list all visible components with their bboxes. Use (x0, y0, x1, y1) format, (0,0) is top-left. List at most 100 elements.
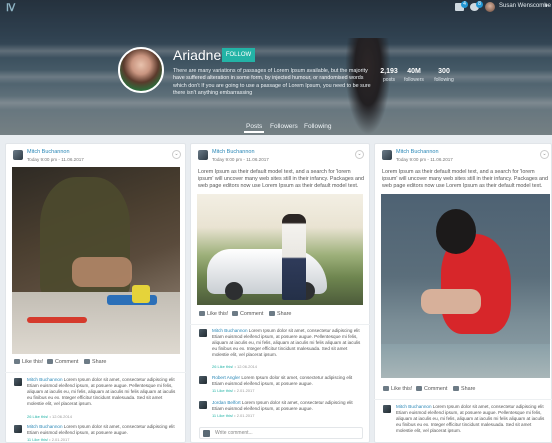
comment-date: 2.01.2017 (236, 388, 255, 393)
divider (374, 399, 552, 400)
like-label: Like this! (391, 386, 413, 392)
user-avatar[interactable] (485, 2, 495, 12)
comment-likes[interactable]: 26 Like this! (27, 414, 48, 419)
post-date: Today 9:00 pm - 11.06.2017 (396, 157, 453, 162)
my-avatar (203, 430, 210, 437)
commenter-name[interactable]: Mitch Buchannon (396, 404, 432, 409)
like-icon (199, 311, 205, 316)
post-image[interactable] (12, 167, 180, 354)
like-button[interactable]: Like this! (383, 386, 412, 392)
commenter-name[interactable]: Mitch Buchannon (27, 424, 63, 429)
share-icon (269, 311, 275, 316)
stat-label: following (434, 77, 454, 83)
like-label: Like this! (207, 311, 229, 317)
tab-following[interactable]: Following (304, 123, 331, 130)
post-menu-button[interactable]: ⌄ (172, 150, 181, 159)
comment-button[interactable]: Comment (416, 386, 447, 392)
like-button[interactable]: Like this! (199, 311, 228, 317)
tab-followers[interactable]: Followers (270, 123, 298, 130)
commenter-name[interactable]: Mitch Buchannon (212, 328, 248, 333)
share-label: Share (461, 386, 476, 392)
comment-text: Jordan Belfort Lorem Ipsum dolor sit ame… (212, 400, 365, 412)
comment: Mitch Buchannon Lorem Ipsum dolor sit am… (199, 328, 365, 372)
post-actions: Like this! Comment Share (14, 359, 174, 371)
comment: Jordan Belfort Lorem Ipsum dolor sit ame… (199, 400, 365, 421)
commenter-avatar[interactable] (199, 376, 207, 384)
comment-icon (416, 386, 422, 391)
comment-likes[interactable]: 11 Like this! (212, 413, 233, 418)
author-name[interactable]: Mitch Buchannon (396, 149, 439, 155)
logo[interactable]: Ⅳ (6, 3, 20, 15)
comment-date: 2.01.2017 (51, 437, 70, 442)
comment-date: 2.01.2017 (236, 413, 255, 418)
author-avatar[interactable] (382, 150, 392, 160)
share-label: Share (92, 359, 107, 365)
image-tool (132, 285, 150, 303)
comment-button[interactable]: Comment (232, 311, 263, 317)
author-name[interactable]: Mitch Buchannon (27, 149, 70, 155)
image-leg (421, 289, 481, 314)
share-button[interactable]: Share (453, 386, 475, 392)
share-button[interactable]: Share (84, 359, 106, 365)
commenter-avatar[interactable] (199, 401, 207, 409)
comment-likes[interactable]: 26 Like this! (212, 364, 233, 369)
comment-button[interactable]: Comment (47, 359, 78, 365)
chevron-down-icon[interactable]: ▾ (545, 3, 548, 9)
comment-text: Mitch Buchannon Lorem Ipsum dolor sit am… (27, 377, 180, 407)
tab-active-indicator (244, 131, 264, 133)
post-menu-button[interactable]: ⌄ (540, 150, 549, 159)
profile-avatar (118, 47, 164, 93)
post-actions: Like this! Comment Share (199, 311, 359, 323)
author-name[interactable]: Mitch Buchannon (212, 149, 255, 155)
comment: Mitch Buchannon Lorem Ipsum dolor sit am… (14, 424, 180, 443)
commenter-name[interactable]: Robert Angler (212, 375, 240, 380)
comment-likes[interactable]: 11 Like this! (212, 388, 233, 393)
comment-label: Comment (240, 311, 264, 317)
comment-meta: 11 Like this! • 2.01.2017 (212, 413, 255, 418)
comment: Mitch Buchannon Lorem Ipsum dolor sit am… (383, 404, 549, 443)
write-comment-placeholder: Write comment... (215, 430, 253, 436)
profile-bio: There are many variations of passages of… (173, 68, 371, 96)
author-avatar[interactable] (13, 150, 23, 160)
user-name[interactable]: Susan Wenscombe (499, 3, 551, 9)
comment-text: Robert Angler Lorem Ipsum dolor sit amet… (212, 375, 365, 387)
share-icon (453, 386, 459, 391)
post-image[interactable] (381, 194, 550, 378)
comment-meta: 26 Like this! • 12.06.2014 (212, 364, 258, 369)
post-actions: Like this! Comment Share (383, 386, 543, 398)
image-tool (27, 317, 87, 323)
comment-label: Comment (55, 359, 79, 365)
follow-button[interactable]: FOLLOW (222, 48, 255, 62)
commenter-avatar[interactable] (383, 405, 391, 413)
stat-label: followers (404, 77, 424, 83)
comment-date: 12.06.2014 (51, 414, 73, 419)
commenter-name[interactable]: Jordan Belfort (212, 400, 241, 405)
comment-meta: 11 Like this! • 2.01.2017 (27, 437, 70, 442)
commenter-avatar[interactable] (14, 425, 22, 433)
post-date: Today 9:00 pm - 11.06.2017 (212, 157, 269, 162)
like-button[interactable]: Like this! (14, 359, 43, 365)
divider (5, 372, 186, 373)
write-comment-input[interactable]: Write comment... (199, 427, 363, 439)
post-menu-button[interactable]: ⌄ (355, 150, 364, 159)
post-text: Lorem Ipsum as their default model text,… (382, 169, 549, 189)
author-avatar[interactable] (198, 150, 208, 160)
post-text: Lorem Ipsum as their default model text,… (198, 169, 365, 189)
divider (190, 324, 370, 325)
tab-posts[interactable]: Posts (246, 123, 262, 130)
post-image[interactable] (197, 194, 363, 305)
commenter-name[interactable]: Mitch Buchannon (27, 377, 63, 382)
share-button[interactable]: Share (269, 311, 291, 317)
comment-meta: 11 Like this! • 2.01.2017 (212, 388, 255, 393)
stat-followers: 40M followers (397, 68, 431, 83)
top-bar: Ⅳ 4 8 Susan Wenscombe ▾ (0, 0, 552, 16)
commenter-avatar[interactable] (14, 378, 22, 386)
like-icon (383, 386, 389, 391)
like-label: Like this! (22, 359, 44, 365)
profile-tabs: Posts Followers Following (0, 118, 552, 134)
commenter-avatar[interactable] (199, 329, 207, 337)
notifications-badge: 8 (476, 1, 483, 8)
comment-likes[interactable]: 11 Like this! (27, 437, 48, 442)
like-icon (14, 359, 20, 364)
image-arm (72, 257, 132, 287)
